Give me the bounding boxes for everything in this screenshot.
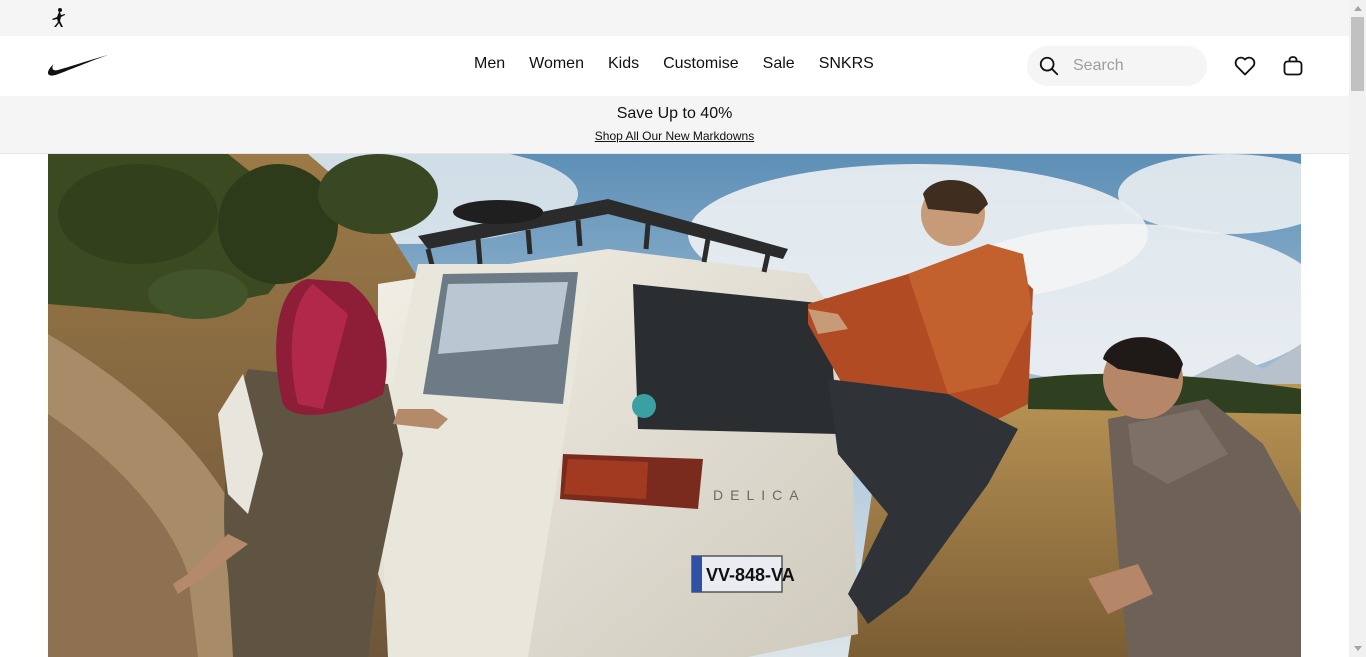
van-badge-text: DELICA bbox=[713, 487, 806, 503]
favorites-button[interactable] bbox=[1233, 54, 1257, 78]
nike-swoosh-icon[interactable] bbox=[47, 54, 109, 77]
bag-icon bbox=[1283, 56, 1303, 76]
van-plate-text: VV-848-VA bbox=[706, 565, 795, 585]
search-input[interactable] bbox=[1073, 57, 1193, 75]
nav-men[interactable]: Men bbox=[474, 54, 505, 74]
search-icon[interactable] bbox=[1029, 46, 1069, 86]
heart-icon bbox=[1234, 56, 1256, 76]
main-header: Men Women Kids Customise Sale SNKRS bbox=[0, 36, 1349, 96]
promo-banner: Save Up to 40% Shop All Our New Markdown… bbox=[0, 96, 1349, 154]
nav-customise[interactable]: Customise bbox=[663, 54, 739, 74]
promo-link[interactable]: Shop All Our New Markdowns bbox=[595, 129, 754, 143]
promo-title: Save Up to 40% bbox=[616, 105, 733, 122]
primary-nav: Men Women Kids Customise Sale SNKRS bbox=[474, 54, 874, 74]
hero-image[interactable]: DELICA VV-848-VA bbox=[48, 154, 1301, 657]
search-box[interactable] bbox=[1027, 46, 1207, 86]
jordan-jumpman-icon[interactable] bbox=[48, 7, 70, 29]
nav-kids[interactable]: Kids bbox=[608, 54, 639, 74]
scroll-up-arrow-icon[interactable] bbox=[1349, 0, 1366, 17]
bag-button[interactable] bbox=[1281, 54, 1305, 78]
nav-women[interactable]: Women bbox=[529, 54, 584, 74]
nav-sale[interactable]: Sale bbox=[763, 54, 795, 74]
nav-snkrs[interactable]: SNKRS bbox=[819, 54, 874, 74]
page-scrollbar[interactable] bbox=[1349, 0, 1366, 657]
scrollbar-thumb[interactable] bbox=[1351, 17, 1364, 91]
utility-bar bbox=[0, 0, 1349, 36]
scroll-down-arrow-icon[interactable] bbox=[1349, 640, 1366, 657]
